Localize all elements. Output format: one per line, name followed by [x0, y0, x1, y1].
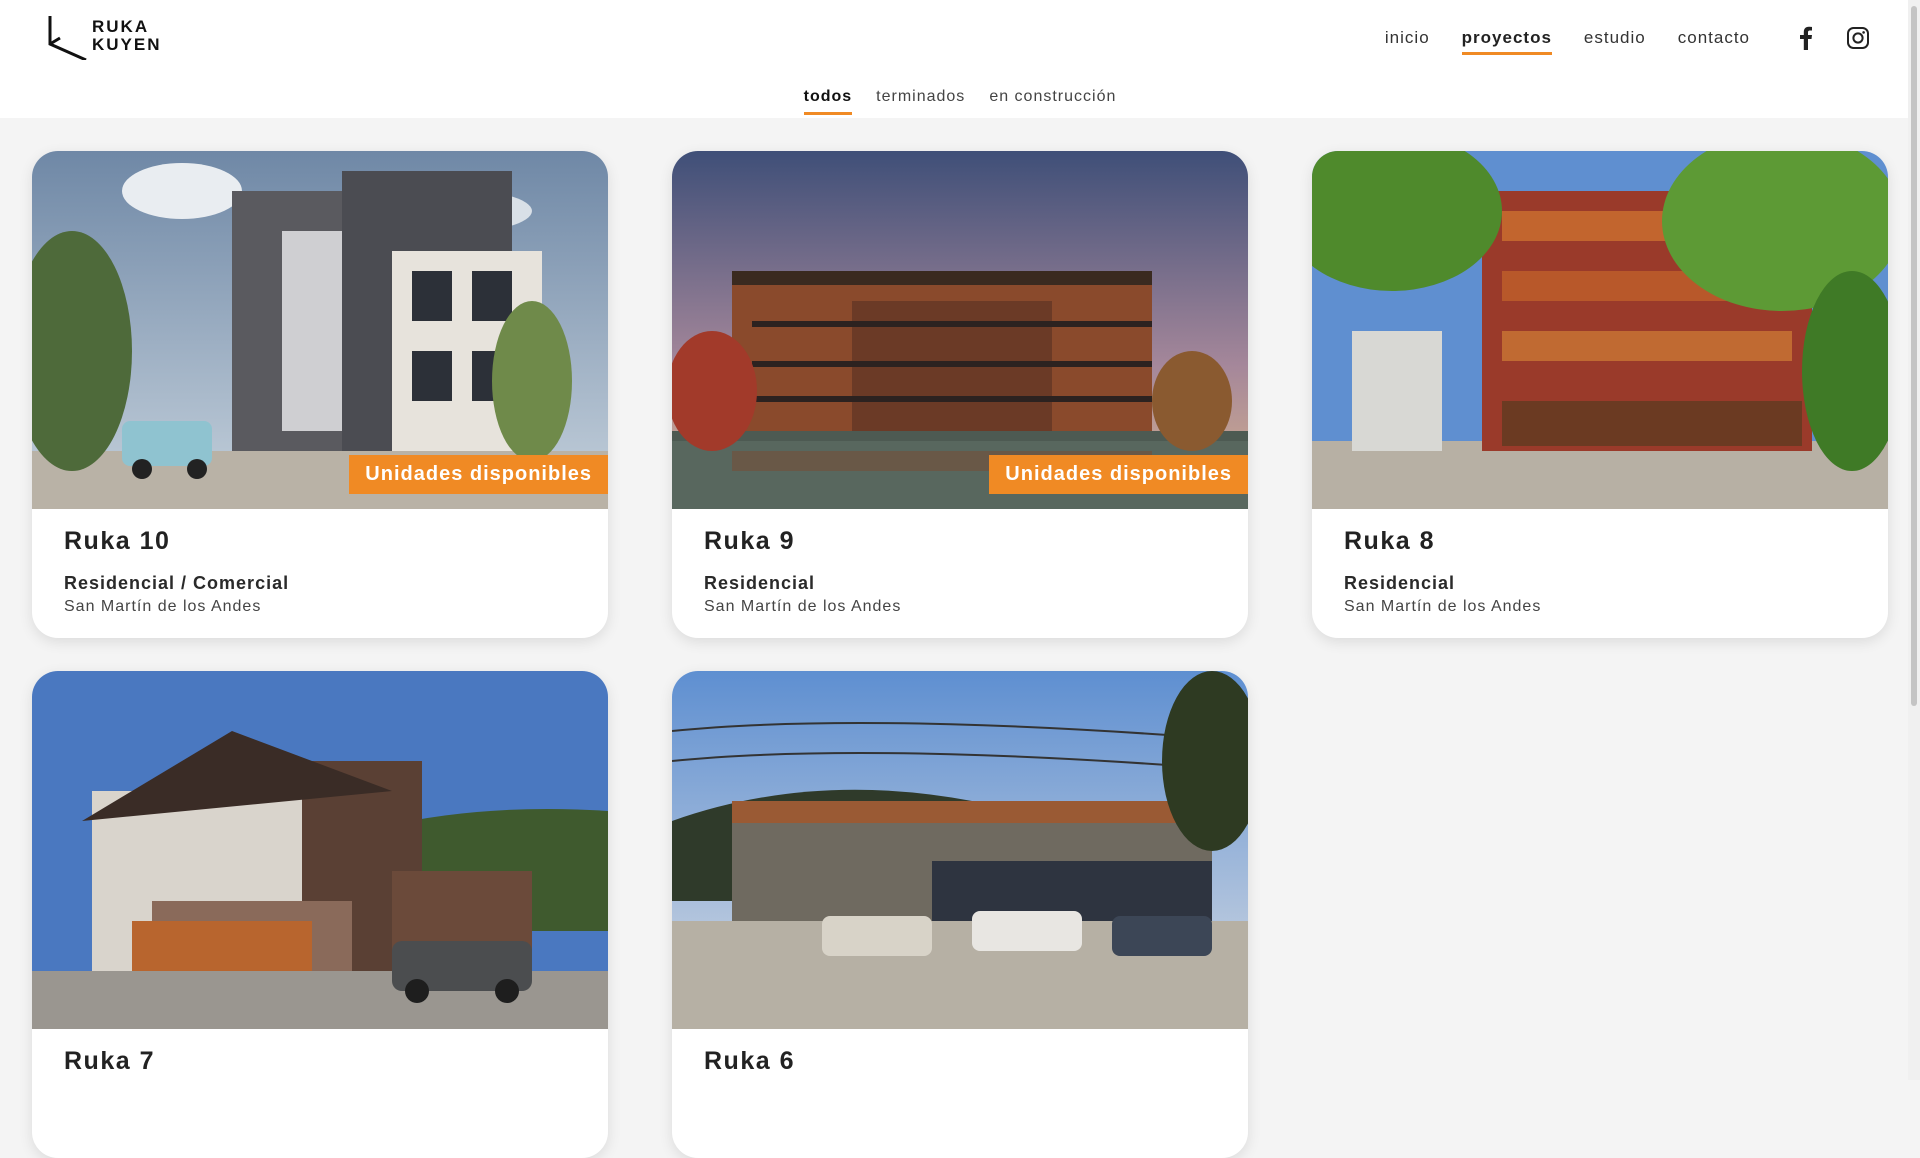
project-title: Ruka 8 — [1344, 527, 1435, 555]
scrollbar-thumb[interactable] — [1911, 6, 1917, 706]
filter-todos[interactable]: todos — [803, 88, 853, 115]
project-card-ruka-7[interactable]: Ruka 7 — [32, 671, 608, 1158]
brand-wordmark: RUKA KUYEN — [92, 18, 162, 54]
project-image — [1312, 151, 1888, 509]
main-nav: inicio proyectos estudio contacto — [1385, 28, 1750, 55]
project-location: San Martín de los Andes — [64, 598, 262, 615]
project-filters: todos terminados en construcción — [0, 88, 1920, 115]
project-image — [32, 671, 608, 1029]
project-title: Ruka 10 — [64, 527, 171, 555]
social-links — [1794, 26, 1870, 50]
page-scrollbar[interactable] — [1908, 0, 1920, 1080]
project-title: Ruka 7 — [64, 1047, 155, 1075]
project-card-ruka-6[interactable]: Ruka 6 — [672, 671, 1248, 1158]
project-category: Residencial — [1344, 573, 1456, 593]
brand-line-2: KUYEN — [92, 35, 162, 54]
nav-proyectos[interactable]: proyectos — [1461, 28, 1552, 55]
nav-estudio[interactable]: estudio — [1584, 28, 1646, 55]
facebook-icon[interactable] — [1794, 26, 1818, 50]
instagram-icon[interactable] — [1846, 26, 1870, 50]
filter-terminados[interactable]: terminados — [876, 88, 965, 115]
brand-line-1: RUKA — [92, 17, 150, 36]
nav-contacto[interactable]: contacto — [1678, 28, 1750, 55]
project-category: Residencial — [704, 573, 816, 593]
availability-badge: Unidades disponibles — [349, 455, 608, 494]
project-location: San Martín de los Andes — [1344, 598, 1542, 615]
project-category: Residencial / Comercial — [64, 573, 290, 593]
brand-logo[interactable]: RUKA KUYEN — [46, 16, 166, 60]
project-location: San Martín de los Andes — [704, 598, 902, 615]
project-title: Ruka 9 — [704, 527, 795, 555]
project-card-ruka-8[interactable]: Ruka 8 Residencial San Martín de los And… — [1312, 151, 1888, 638]
logo-mark-icon — [48, 16, 87, 60]
nav-inicio[interactable]: inicio — [1385, 28, 1430, 55]
project-image — [672, 671, 1248, 1029]
site-header: RUKA KUYEN inicio proyectos estudio cont… — [0, 0, 1920, 118]
filter-en-construccion[interactable]: en construcción — [989, 88, 1116, 115]
project-card-ruka-10[interactable]: Unidades disponibles Ruka 10 Residencial… — [32, 151, 608, 638]
project-card-ruka-9[interactable]: Unidades disponibles Ruka 9 Residencial … — [672, 151, 1248, 638]
availability-badge: Unidades disponibles — [989, 455, 1248, 494]
project-title: Ruka 6 — [704, 1047, 795, 1075]
